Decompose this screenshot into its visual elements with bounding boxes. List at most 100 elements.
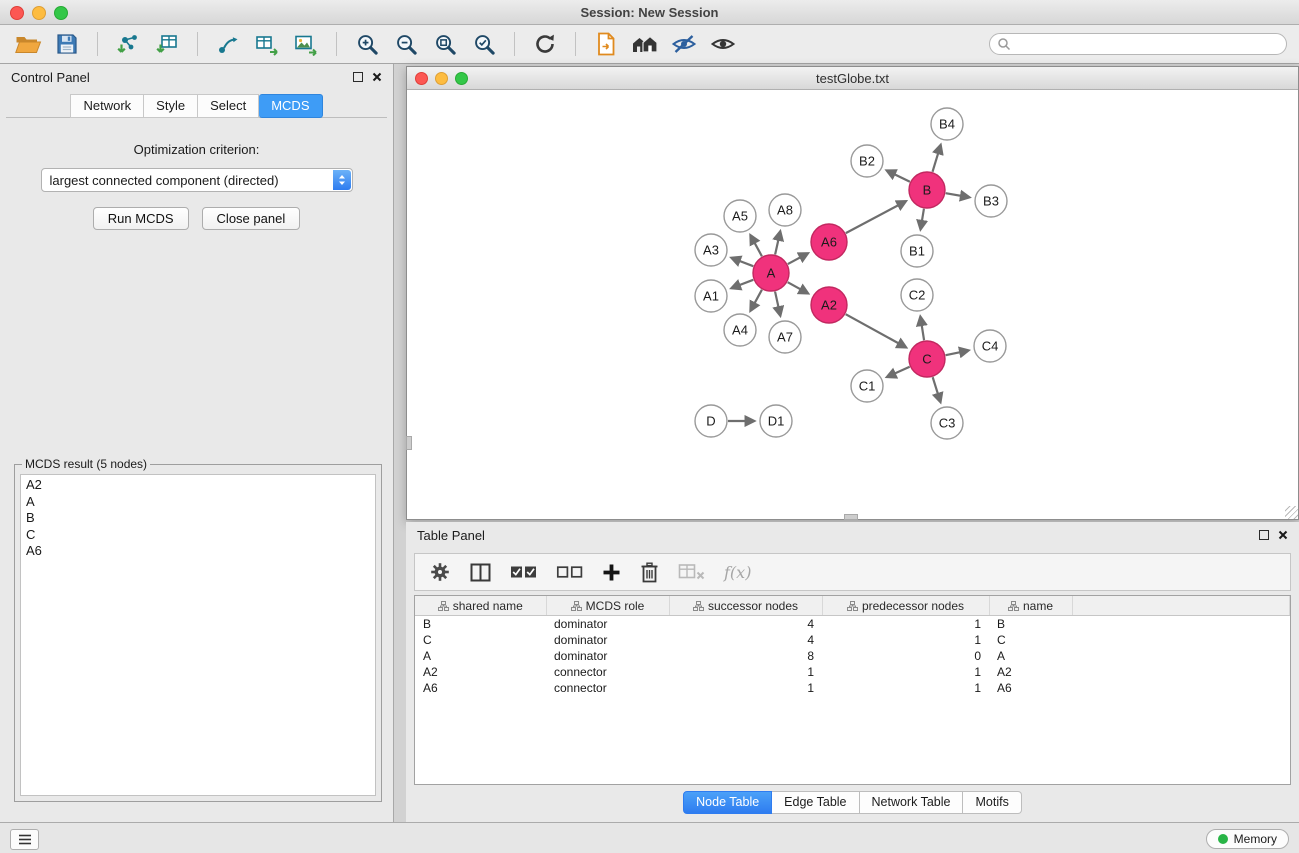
table-cell[interactable]: 8 [669,648,822,664]
table-row[interactable]: Cdominator41C [415,632,1290,648]
mcds-result-list[interactable]: A2ABCA6 [20,474,376,796]
export-network-button[interactable] [212,29,244,59]
create-column-button[interactable] [602,563,621,582]
table-row[interactable]: A6connector11A6 [415,680,1290,696]
table-row[interactable]: A2connector11A2 [415,664,1290,680]
node-C3[interactable]: C3 [931,407,963,439]
show-columns-button[interactable] [470,563,491,582]
edge-C-C3[interactable] [933,377,940,401]
network-canvas[interactable]: B4B2BB3A5A8A6B1A3AC2A1A2A4A7C4CC1C3DD1 [407,90,1298,519]
float-panel-button[interactable] [1259,530,1269,540]
node-B4[interactable]: B4 [931,108,963,140]
table-cell[interactable]: C [415,632,546,648]
table-cell[interactable]: dominator [546,616,669,633]
result-item[interactable]: B [26,510,370,527]
node-A5[interactable]: A5 [724,200,756,232]
node-A8[interactable]: A8 [769,194,801,226]
column-header-shared-name[interactable]: shared name [415,596,546,616]
close-window-button[interactable] [10,6,24,20]
import-table-button[interactable] [151,29,183,59]
edge-A2-C[interactable] [846,314,905,347]
edge-A6-B[interactable] [846,202,905,233]
table-cell[interactable]: C [989,632,1072,648]
column-header-successor-nodes[interactable]: successor nodes [669,596,822,616]
table-cell[interactable]: B [989,616,1072,633]
zoom-out-button[interactable] [390,29,422,59]
edge-A-A3[interactable] [732,258,753,266]
tab-motifs[interactable]: Motifs [963,791,1021,814]
table-cell[interactable]: A2 [415,664,546,680]
edge-A-A1[interactable] [732,280,753,288]
edge-A-A7[interactable] [775,292,780,315]
node-A6[interactable]: A6 [811,224,847,260]
table-cell[interactable]: 1 [669,680,822,696]
node-A1[interactable]: A1 [695,280,727,312]
table-cell[interactable]: 4 [669,616,822,633]
resize-grip[interactable] [1285,506,1298,519]
table-cell[interactable]: 1 [822,616,989,633]
table-settings-button[interactable] [429,561,451,583]
minimize-window-button[interactable] [32,6,46,20]
zoom-selected-button[interactable] [468,29,500,59]
criterion-dropdown[interactable]: largest connected component (directed) [41,168,353,192]
node-B1[interactable]: B1 [901,235,933,267]
tab-node-table[interactable]: Node Table [683,791,772,814]
function-builder-button[interactable]: f(x) [724,563,751,582]
edge-C-C2[interactable] [921,318,925,341]
export-table-button[interactable] [251,29,283,59]
table-cell[interactable]: 1 [822,664,989,680]
table-cell[interactable]: connector [546,680,669,696]
delete-table-button[interactable] [678,563,705,581]
zoom-in-button[interactable] [351,29,383,59]
export-image-button[interactable] [290,29,322,59]
tab-edge-table[interactable]: Edge Table [772,791,859,814]
network-minimize-button[interactable] [435,72,448,85]
tab-network-table[interactable]: Network Table [860,791,964,814]
fullscreen-window-button[interactable] [54,6,68,20]
node-A3[interactable]: A3 [695,234,727,266]
node-C2[interactable]: C2 [901,279,933,311]
table-cell[interactable]: 1 [669,664,822,680]
float-panel-button[interactable] [353,72,363,82]
node-C4[interactable]: C4 [974,330,1006,362]
edge-A-A4[interactable] [751,290,762,310]
open-session-button[interactable] [12,29,44,59]
table-cell[interactable]: 1 [822,632,989,648]
edge-C-C1[interactable] [888,367,910,377]
table-cell[interactable]: dominator [546,632,669,648]
first-neighbors-button[interactable] [629,29,661,59]
tab-select[interactable]: Select [198,94,259,118]
node-D1[interactable]: D1 [760,405,792,437]
node-A7[interactable]: A7 [769,321,801,353]
memory-button[interactable]: Memory [1206,829,1289,849]
network-window-titlebar[interactable]: testGlobe.txt [407,67,1298,90]
table-cell[interactable]: 4 [669,632,822,648]
node-B[interactable]: B [909,172,945,208]
close-panel-button[interactable]: Close panel [202,207,301,230]
status-menu-button[interactable] [10,829,39,850]
edge-B-B4[interactable] [933,146,941,172]
edge-A-A8[interactable] [775,232,780,254]
result-item[interactable]: A6 [26,543,370,560]
table-cell[interactable]: A6 [415,680,546,696]
table-cell[interactable]: A2 [989,664,1072,680]
network-maximize-button[interactable] [455,72,468,85]
table-cell[interactable]: dominator [546,648,669,664]
result-item[interactable]: A2 [26,477,370,494]
node-A[interactable]: A [753,255,789,291]
zoom-fit-button[interactable] [429,29,461,59]
select-all-columns-button[interactable] [510,563,537,581]
column-header-MCDS-role[interactable]: MCDS role [546,596,669,616]
close-panel-icon[interactable] [372,72,382,82]
run-mcds-button[interactable]: Run MCDS [93,207,189,230]
open-network-file-button[interactable] [590,29,622,59]
close-panel-icon[interactable] [1278,530,1288,540]
column-header-name[interactable]: name [989,596,1072,616]
table-cell[interactable]: A [415,648,546,664]
edge-B-B3[interactable] [946,193,969,197]
show-graphics-details-button[interactable] [707,29,739,59]
search-input[interactable] [989,33,1287,55]
tab-style[interactable]: Style [144,94,198,118]
table-row[interactable]: Bdominator41B [415,616,1290,633]
import-network-button[interactable] [112,29,144,59]
